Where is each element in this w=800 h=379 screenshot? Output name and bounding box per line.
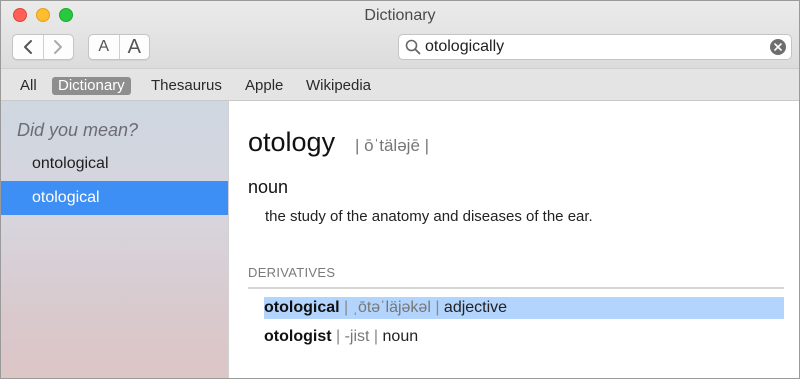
- derivative-separator: |: [339, 299, 353, 316]
- derivative-separator: |: [331, 328, 345, 345]
- navigation-buttons: [12, 34, 74, 60]
- derivative-pos: adjective: [443, 299, 508, 316]
- derivatives-header: DERIVATIVES: [248, 265, 336, 280]
- clear-icon: [774, 43, 782, 51]
- font-size-buttons: A A: [88, 34, 150, 60]
- derivative-row[interactable]: otological | ˌōtəˈläjəkəl | adjective: [264, 297, 784, 319]
- derivative-pos: noun: [382, 328, 419, 345]
- definition: the study of the anatomy and diseases of…: [265, 208, 593, 225]
- sidebar-header: Did you mean?: [17, 120, 139, 140]
- derivative-pronunciation: -jist: [344, 328, 370, 345]
- derivative-separator: |: [369, 328, 383, 345]
- derivative-separator: |: [430, 299, 444, 316]
- search-field: [398, 34, 792, 60]
- scope-dictionary[interactable]: Dictionary: [52, 77, 131, 95]
- scope-bar: All Dictionary Thesaurus Apple Wikipedia: [1, 68, 799, 101]
- scope-wikipedia[interactable]: Wikipedia: [300, 77, 377, 95]
- search-input[interactable]: [425, 37, 755, 57]
- derivative-pronunciation: ˌōtəˈläjəkəl: [352, 299, 431, 316]
- sidebar-item-otological[interactable]: otological: [1, 181, 228, 215]
- suggestions-sidebar: Did you mean? ontological otological: [1, 101, 229, 378]
- decrease-font-button[interactable]: A: [89, 35, 119, 59]
- forward-button[interactable]: [42, 35, 74, 59]
- search-icon: [405, 39, 421, 55]
- chevron-right-icon: [54, 40, 63, 54]
- headword: otology: [248, 127, 336, 157]
- entry-content: otology | ōˈtäləjē | noun the study of t…: [229, 101, 799, 378]
- scope-thesaurus[interactable]: Thesaurus: [145, 77, 228, 95]
- derivative-word: otological: [264, 299, 340, 316]
- clear-search-button[interactable]: [770, 39, 786, 55]
- window-title: Dictionary: [364, 7, 436, 24]
- derivatives-divider: [248, 287, 784, 289]
- pronunciation: | ōˈtäləjē |: [355, 136, 430, 155]
- derivative-row[interactable]: otologist | -jist | noun: [264, 326, 418, 348]
- scope-all[interactable]: All: [14, 77, 43, 95]
- dictionary-window: Dictionary A A otologically All Dictiona…: [0, 0, 800, 379]
- part-of-speech: noun: [248, 177, 289, 197]
- back-button[interactable]: [13, 35, 43, 59]
- derivative-word: otologist: [264, 328, 332, 345]
- increase-font-button[interactable]: A: [118, 35, 150, 59]
- scope-apple[interactable]: Apple: [239, 77, 289, 95]
- chevron-left-icon: [23, 40, 32, 54]
- sidebar-item-ontological[interactable]: ontological: [1, 147, 228, 181]
- title-bar: Dictionary A A: [1, 1, 799, 68]
